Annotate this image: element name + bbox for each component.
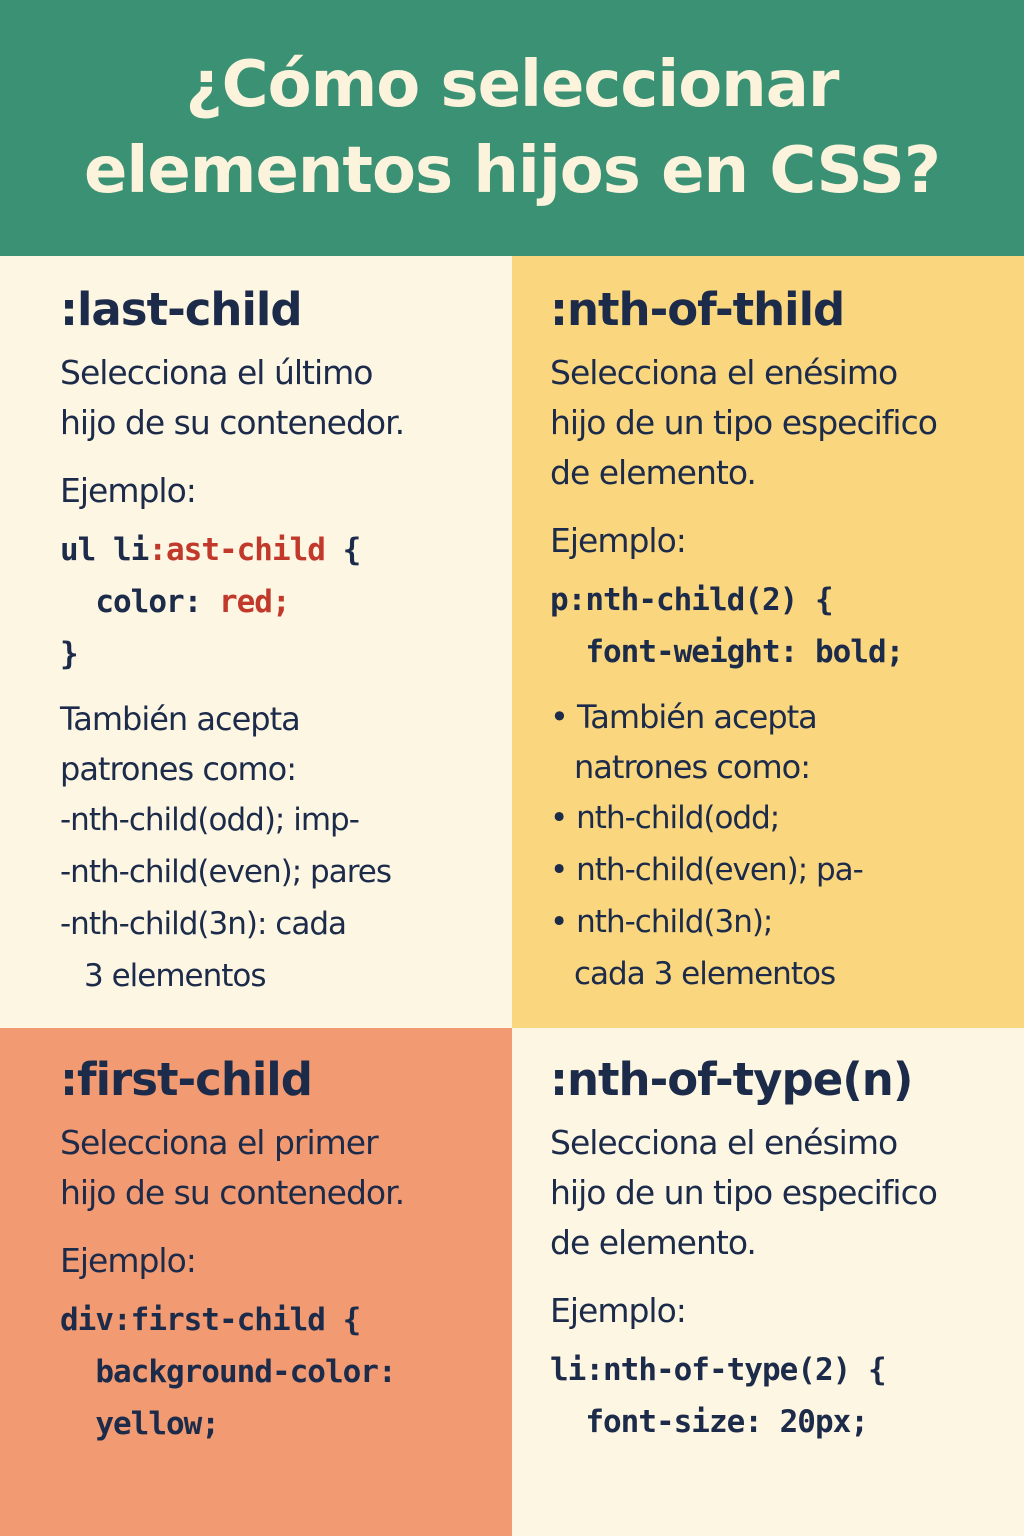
code-example: div:first-child { background-color: yell…	[60, 1294, 512, 1450]
example-label: Ejemplo:	[60, 1241, 197, 1280]
panel-title: :nth-of-type(n)	[550, 1053, 913, 1106]
note-line: patrones como:	[60, 750, 297, 788]
panel-title: :nth-of-thild	[550, 283, 845, 336]
panel-description: Selecciona el primer hijo de su contened…	[60, 1118, 512, 1218]
desc-line: Selecciona el último	[60, 353, 373, 392]
pattern-item: 3 elementos	[84, 958, 267, 994]
code-pseudo-class: :ast-child	[148, 532, 326, 568]
note-line: También acepta	[550, 692, 1024, 742]
code-line: background-color:	[60, 1354, 396, 1390]
code-line: yellow;	[60, 1406, 220, 1442]
example-label: Ejemplo:	[550, 521, 687, 560]
pattern-item: nth-child(odd;	[550, 792, 1024, 844]
header: ¿Cómo seleccionar elementos hijos en CSS…	[0, 0, 1024, 256]
panel-description: Selecciona el enésimo hijo de un tipo es…	[550, 1118, 1024, 1268]
note-line: natrones como:	[574, 748, 811, 786]
desc-line: de elemento.	[550, 1223, 757, 1262]
panel-last-child: :last-child Selecciona el último hijo de…	[0, 256, 512, 1028]
patterns-list: nth-child(odd; nth-child(even); pa- nth-…	[550, 792, 1024, 1000]
page-title: ¿Cómo seleccionar elementos hijos en CSS…	[84, 42, 941, 214]
note-line: También acepta	[60, 700, 301, 738]
code-close-brace: }	[60, 636, 79, 672]
desc-line: hijo de su contenedor.	[60, 1173, 405, 1212]
code-line: li:nth-of-type(2) {	[550, 1352, 887, 1388]
patterns-note: También acepta patrones como:	[60, 694, 512, 794]
code-line: font-weight: bold;	[550, 634, 904, 670]
code-value: red;	[218, 584, 291, 620]
desc-line: Selecciona el enésimo	[550, 353, 898, 392]
patterns-list: -nth-child(odd); imp- -nth-child(even); …	[60, 794, 512, 1002]
pattern-item: -nth-child(3n): cada	[60, 906, 347, 942]
code-brace: {	[324, 532, 362, 568]
panel-first-child: :first-child Selecciona el primer hijo d…	[0, 1028, 512, 1536]
code-line: div:first-child {	[60, 1302, 361, 1338]
panel-description: Selecciona el último hijo de su contened…	[60, 348, 512, 448]
code-selector: ul li	[60, 532, 149, 568]
panel-nth-of-thild: :nth-of-thild Selecciona el enésimo hijo…	[512, 256, 1024, 1028]
desc-line: hijo de su contenedor.	[60, 403, 405, 442]
panel-title: :first-child	[60, 1053, 313, 1106]
pattern-item: cada 3 elementos	[574, 956, 836, 992]
patterns-note: También acepta natrones como:	[550, 692, 1024, 792]
title-line-2: elementos hijos en CSS?	[84, 134, 941, 208]
title-line-1: ¿Cómo seleccionar	[185, 48, 840, 122]
panel-nth-of-type: :nth-of-type(n) Selecciona el enésimo hi…	[512, 1028, 1024, 1536]
pattern-item: nth-child(even); pa-	[550, 844, 1024, 896]
code-property: color:	[60, 584, 219, 620]
desc-line: hijo de un tipo especifico	[550, 403, 938, 442]
desc-line: Selecciona el enésimo	[550, 1123, 898, 1162]
panel-title: :last-child	[60, 283, 303, 336]
example-label: Ejemplo:	[550, 1291, 687, 1330]
panel-description: Selecciona el enésimo hijo de un tipo es…	[550, 348, 1024, 498]
code-example: p:nth-child(2) { font-weight: bold;	[550, 574, 1024, 678]
example-label: Ejemplo:	[60, 471, 197, 510]
desc-line: hijo de un tipo especifico	[550, 1173, 938, 1212]
code-example: li:nth-of-type(2) { font-size: 20px;	[550, 1344, 1024, 1448]
code-example: ul li:ast-child { color: red; }	[60, 524, 512, 680]
pattern-item: nth-child(3n);	[550, 896, 1024, 948]
desc-line: Selecciona el primer	[60, 1123, 379, 1162]
code-line: p:nth-child(2) {	[550, 582, 834, 618]
pattern-item: -nth-child(odd); imp-	[60, 802, 360, 838]
code-line: font-size: 20px;	[550, 1404, 869, 1440]
pattern-item: -nth-child(even); pares	[60, 854, 392, 890]
desc-line: de elemento.	[550, 453, 757, 492]
